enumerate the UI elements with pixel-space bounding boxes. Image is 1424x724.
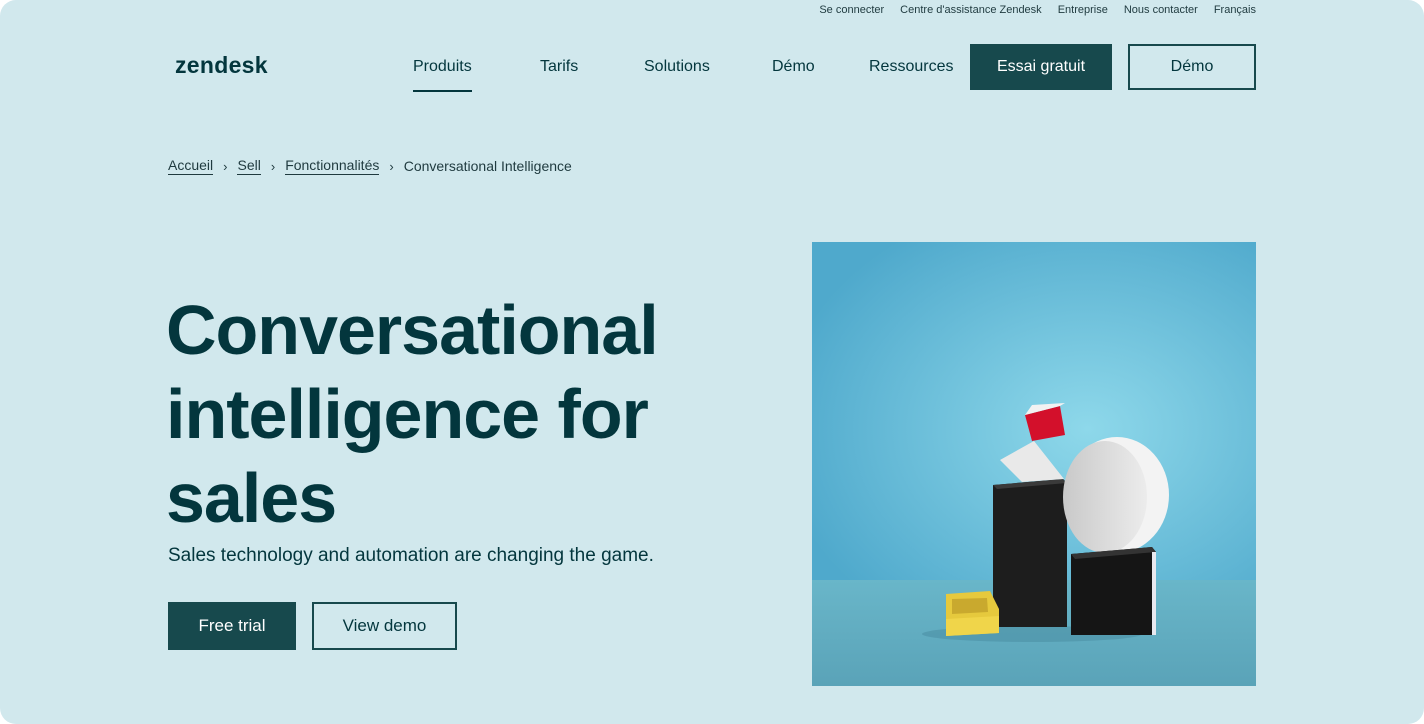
- breadcrumb-separator: ›: [270, 158, 276, 174]
- free-trial-nav-button[interactable]: Essai gratuit: [970, 44, 1112, 90]
- nav-item-solutions[interactable]: Solutions: [644, 44, 710, 90]
- view-demo-button[interactable]: View demo: [312, 602, 457, 650]
- free-trial-button[interactable]: Free trial: [168, 602, 296, 650]
- utility-link-help-center[interactable]: Centre d'assistance Zendesk: [900, 4, 1042, 16]
- hero-image: [812, 242, 1256, 686]
- nav-item-resources[interactable]: Ressources: [869, 44, 953, 90]
- utility-nav: Se connecter Centre d'assistance Zendesk…: [819, 4, 1256, 16]
- breadcrumb-current: Conversational Intelligence: [403, 158, 572, 174]
- page-frame: Se connecter Centre d'assistance Zendesk…: [0, 0, 1424, 724]
- language-selector[interactable]: Français: [1214, 4, 1256, 16]
- nav-item-demo[interactable]: Démo: [772, 44, 815, 90]
- breadcrumb: Accueil › Sell › Fonctionnalités › Conve…: [168, 157, 572, 175]
- breadcrumb-separator: ›: [389, 158, 394, 174]
- utility-link-login[interactable]: Se connecter: [819, 4, 884, 16]
- zendesk-logo[interactable]: zendesk: [175, 52, 268, 79]
- utility-link-contact[interactable]: Nous contacter: [1124, 4, 1198, 16]
- breadcrumb-separator: ›: [223, 158, 228, 174]
- demo-nav-button[interactable]: Démo: [1128, 44, 1256, 90]
- breadcrumb-features[interactable]: Fonctionnalités: [285, 157, 380, 175]
- breadcrumb-sell[interactable]: Sell: [237, 157, 261, 175]
- hero-subtitle: Sales technology and automation are chan…: [168, 545, 654, 566]
- nav-item-pricing[interactable]: Tarifs: [540, 44, 578, 90]
- hero-title: Conversational intelligence for sales: [166, 291, 659, 537]
- nav-item-products[interactable]: Produits: [413, 44, 472, 92]
- breadcrumb-home[interactable]: Accueil: [168, 157, 214, 175]
- utility-link-enterprise[interactable]: Entreprise: [1058, 4, 1108, 16]
